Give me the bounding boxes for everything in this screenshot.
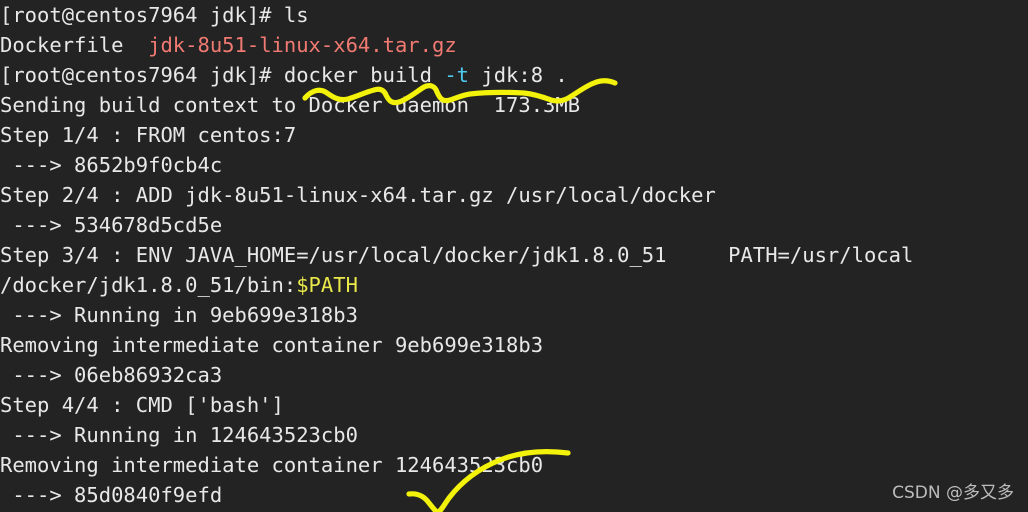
terminal-text-segment: Removing intermediate container 12464352… (0, 453, 544, 477)
terminal-text-segment: Sending build context to Docker daemon 1… (0, 93, 581, 117)
terminal-line: ---> 06eb86932ca3 (0, 360, 1028, 390)
terminal-line: Dockerfile jdk-8u51-linux-x64.tar.gz (0, 30, 1028, 60)
terminal-window[interactable]: [root@centos7964 jdk]# ls Dockerfile jdk-… (0, 0, 1028, 512)
terminal-line: ---> 534678d5cd5e (0, 210, 1028, 240)
terminal-text-segment: Step 3/4 : ENV JAVA_HOME=/usr/local/dock… (0, 243, 914, 267)
terminal-text-segment: -t (444, 63, 470, 87)
terminal-text-segment: [root@centos7964 jdk]# docker build (0, 63, 445, 87)
terminal-line: [root@centos7964 jdk]# ls (0, 0, 1028, 30)
terminal-text-segment: Removing intermediate container 9eb699e3… (0, 333, 544, 357)
terminal-text-segment: Step 4/4 : CMD ['bash'] (0, 393, 284, 417)
terminal-text-segment: ---> 85d0840f9efd (0, 483, 223, 507)
terminal-line: /docker/jdk1.8.0_51/bin:$PATH (0, 270, 1028, 300)
terminal-output: [root@centos7964 jdk]# ls Dockerfile jdk-… (0, 0, 1028, 512)
terminal-text-segment: ---> 06eb86932ca3 (0, 363, 223, 387)
terminal-text-segment: $PATH (296, 273, 358, 297)
terminal-line: Step 4/4 : CMD ['bash'] (0, 390, 1028, 420)
terminal-text-segment: ---> 8652b9f0cb4c (0, 153, 223, 177)
terminal-text-segment: Step 1/4 : FROM centos:7 (0, 123, 297, 147)
terminal-text-segment: jdk-8u51-linux-x64.tar.gz (148, 33, 457, 57)
terminal-text-segment: [root@centos7964 jdk]# ls (0, 3, 309, 27)
terminal-text-segment: ---> Running in 124643523cb0 (0, 423, 358, 447)
terminal-text-segment: ---> 534678d5cd5e (0, 213, 223, 237)
terminal-line: Step 2/4 : ADD jdk-8u51-linux-x64.tar.gz… (0, 180, 1028, 210)
terminal-text-segment: ---> Running in 9eb699e318b3 (0, 303, 358, 327)
terminal-line: ---> Running in 9eb699e318b3 (0, 300, 1028, 330)
terminal-line: Removing intermediate container 12464352… (0, 450, 1028, 480)
watermark: CSDN @多又多 (892, 483, 1014, 503)
terminal-line: Sending build context to Docker daemon 1… (0, 90, 1028, 120)
terminal-line: ---> 85d0840f9efd (0, 480, 1028, 510)
terminal-text-segment: /docker/jdk1.8.0_51/bin: (0, 273, 297, 297)
terminal-line: ---> 8652b9f0cb4c (0, 150, 1028, 180)
terminal-line: Removing intermediate container 9eb699e3… (0, 330, 1028, 360)
terminal-line: Step 3/4 : ENV JAVA_HOME=/usr/local/dock… (0, 240, 1028, 270)
terminal-line: ---> Running in 124643523cb0 (0, 420, 1028, 450)
terminal-line: Step 1/4 : FROM centos:7 (0, 120, 1028, 150)
terminal-text-segment: Dockerfile (0, 33, 149, 57)
terminal-line: [root@centos7964 jdk]# docker build -t j… (0, 60, 1028, 90)
terminal-text-segment: Step 2/4 : ADD jdk-8u51-linux-x64.tar.gz… (0, 183, 716, 207)
terminal-text-segment: jdk:8 . (469, 63, 568, 87)
